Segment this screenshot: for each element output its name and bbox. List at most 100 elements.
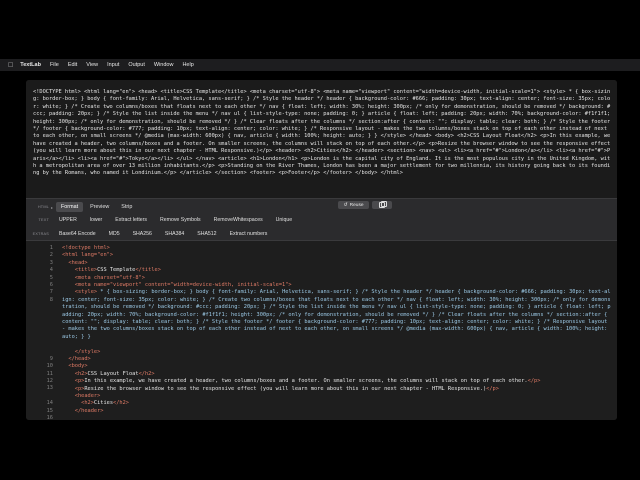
code-line: <p>Resize the browser window to see the … bbox=[62, 386, 612, 393]
formatted-code[interactable]: <!doctype html> <html lang="en"> <head> … bbox=[62, 245, 612, 415]
menu-edit[interactable]: Edit bbox=[68, 62, 77, 68]
line-number: 4 bbox=[49, 267, 53, 274]
line-number: 11 bbox=[46, 370, 53, 377]
code-tag: <meta name="viewport" content="width=dev… bbox=[74, 282, 292, 289]
menu-app-name[interactable]: TextLab bbox=[20, 62, 41, 68]
menu-input[interactable]: Input bbox=[107, 62, 119, 68]
line-number: 6 bbox=[49, 281, 53, 288]
extract-letters-button[interactable]: Extract letters bbox=[110, 215, 152, 225]
copy-icon bbox=[379, 201, 387, 208]
sha384-button[interactable]: SHA384 bbox=[160, 229, 189, 239]
row-label-text: TEXT bbox=[38, 218, 49, 222]
code-line-style: <style> * { box-sizing: border-box; } bo… bbox=[62, 289, 612, 348]
line-number bbox=[26, 341, 53, 348]
code-tag: </header> bbox=[74, 407, 104, 414]
line-number bbox=[26, 348, 53, 355]
code-tag: </title> bbox=[135, 267, 161, 274]
line-number: 7 bbox=[49, 289, 53, 296]
code-line: <body> bbox=[62, 363, 612, 370]
line-number bbox=[26, 393, 53, 400]
line-number bbox=[26, 312, 53, 319]
line-number bbox=[26, 319, 53, 326]
code-text: CSS Template bbox=[97, 267, 136, 274]
tab-format[interactable]: Format bbox=[56, 202, 84, 212]
upper-button[interactable]: UPPER bbox=[54, 215, 82, 225]
line-number-gutter: 1 2 3 4 5 6 7 8 9 10 11 12 13 14 15 16 1… bbox=[26, 245, 53, 420]
sha512-button[interactable]: SHA512 bbox=[192, 229, 221, 239]
line-number: 5 bbox=[49, 274, 53, 281]
code-text: In this example, we have created a heade… bbox=[84, 378, 528, 385]
line-number: 9 bbox=[49, 355, 53, 362]
line-number: 12 bbox=[46, 378, 53, 385]
code-text: CSS Layout Float bbox=[87, 370, 139, 377]
code-tag: </h2> bbox=[138, 370, 155, 377]
line-number bbox=[26, 304, 53, 311]
tab-preview[interactable]: Preview bbox=[85, 202, 114, 212]
line-number: 10 bbox=[46, 363, 53, 370]
line-number bbox=[26, 334, 53, 341]
base64-encode-button[interactable]: Base64 Encode bbox=[54, 229, 101, 239]
unique-button[interactable]: Unique bbox=[271, 215, 297, 225]
code-line: </header> bbox=[62, 408, 612, 415]
code-tag: <h2> bbox=[81, 400, 94, 407]
copy-button[interactable] bbox=[372, 201, 392, 209]
menu-output[interactable]: Output bbox=[128, 62, 145, 68]
code-tag: </p> bbox=[486, 385, 499, 392]
code-text: Cities bbox=[93, 400, 114, 407]
remove-whitespaces-button[interactable]: RemoveWhitespaces bbox=[209, 215, 268, 225]
code-css: * { box-sizing: border-box; } body { fon… bbox=[62, 289, 611, 340]
menu-help[interactable]: Help bbox=[182, 62, 193, 68]
code-line: <meta charset="utf-8"> bbox=[62, 275, 612, 282]
line-number bbox=[26, 326, 53, 333]
code-tag: <body> bbox=[68, 363, 88, 370]
code-line: <html lang="en"> bbox=[62, 252, 612, 259]
md5-button[interactable]: MD5 bbox=[104, 229, 125, 239]
extras-row: EXTRAS Base64 Encode MD5 SHA256 SHA384 S… bbox=[26, 228, 275, 240]
code-tag: </style> bbox=[74, 348, 101, 355]
menu-bar:  TextLab File Edit View Input Output Wi… bbox=[0, 59, 640, 71]
extract-numbers-button[interactable]: Extract numbers bbox=[225, 229, 273, 239]
line-number: 16 bbox=[46, 414, 53, 420]
transform-toolbar: HTML ▸ Format Preview Strip ↺ Reuse TEXT… bbox=[26, 198, 617, 241]
code-tag: </h2> bbox=[113, 400, 129, 407]
code-line: <h2>Cities</h2> bbox=[62, 400, 612, 407]
code-tag: </p> bbox=[527, 378, 541, 385]
reuse-button[interactable]: ↺ Reuse bbox=[338, 201, 369, 209]
code-tag: <p> bbox=[74, 385, 85, 392]
recycle-icon: ↺ bbox=[343, 202, 348, 208]
code-tag: </head> bbox=[68, 356, 91, 363]
code-tag: <title> bbox=[74, 267, 98, 274]
menu-window[interactable]: Window bbox=[154, 62, 174, 68]
menu-file[interactable]: File bbox=[50, 62, 59, 68]
line-number: 14 bbox=[46, 400, 53, 407]
line-number: 2 bbox=[49, 252, 53, 259]
sha256-button[interactable]: SHA256 bbox=[128, 229, 157, 239]
apple-icon[interactable]:  bbox=[8, 62, 13, 69]
remove-symbols-button[interactable]: Remove Symbols bbox=[155, 215, 206, 225]
code-tag: <style> bbox=[74, 289, 98, 296]
code-tag: <header> bbox=[74, 393, 101, 400]
code-text: Resize the browser window to see the res… bbox=[84, 385, 487, 392]
line-number: 15 bbox=[46, 407, 53, 414]
code-line: <p>In this example, we have created a he… bbox=[62, 378, 612, 385]
reuse-label: Reuse bbox=[349, 202, 364, 208]
code-line: <meta name="viewport" content="width=dev… bbox=[62, 282, 612, 289]
line-number: 8 bbox=[49, 296, 53, 303]
lower-button[interactable]: lower bbox=[85, 215, 107, 225]
line-number: 13 bbox=[46, 385, 53, 392]
text-row: TEXT UPPER lower Extract letters Remove … bbox=[26, 214, 300, 226]
code-tag: <!doctype html> bbox=[62, 245, 110, 251]
line-number: 1 bbox=[49, 245, 53, 251]
code-tag: <html lang="en"> bbox=[62, 252, 114, 259]
menu-view[interactable]: View bbox=[86, 62, 98, 68]
tab-strip[interactable]: Strip bbox=[116, 202, 137, 212]
code-line: </head> bbox=[62, 356, 612, 363]
code-tag: <p> bbox=[74, 378, 85, 385]
code-line: <!doctype html> bbox=[62, 245, 612, 252]
code-tag: <head> bbox=[68, 259, 88, 266]
app-window: <!DOCTYPE html> <html lang="en"> <head> … bbox=[26, 80, 617, 420]
output-editor[interactable]: 1 2 3 4 5 6 7 8 9 10 11 12 13 14 15 16 1… bbox=[26, 241, 617, 420]
input-editor[interactable]: <!DOCTYPE html> <html lang="en"> <head> … bbox=[26, 80, 617, 198]
code-tag: <meta charset="utf-8"> bbox=[74, 274, 145, 281]
input-text[interactable]: <!DOCTYPE html> <html lang="en"> <head> … bbox=[33, 89, 611, 197]
